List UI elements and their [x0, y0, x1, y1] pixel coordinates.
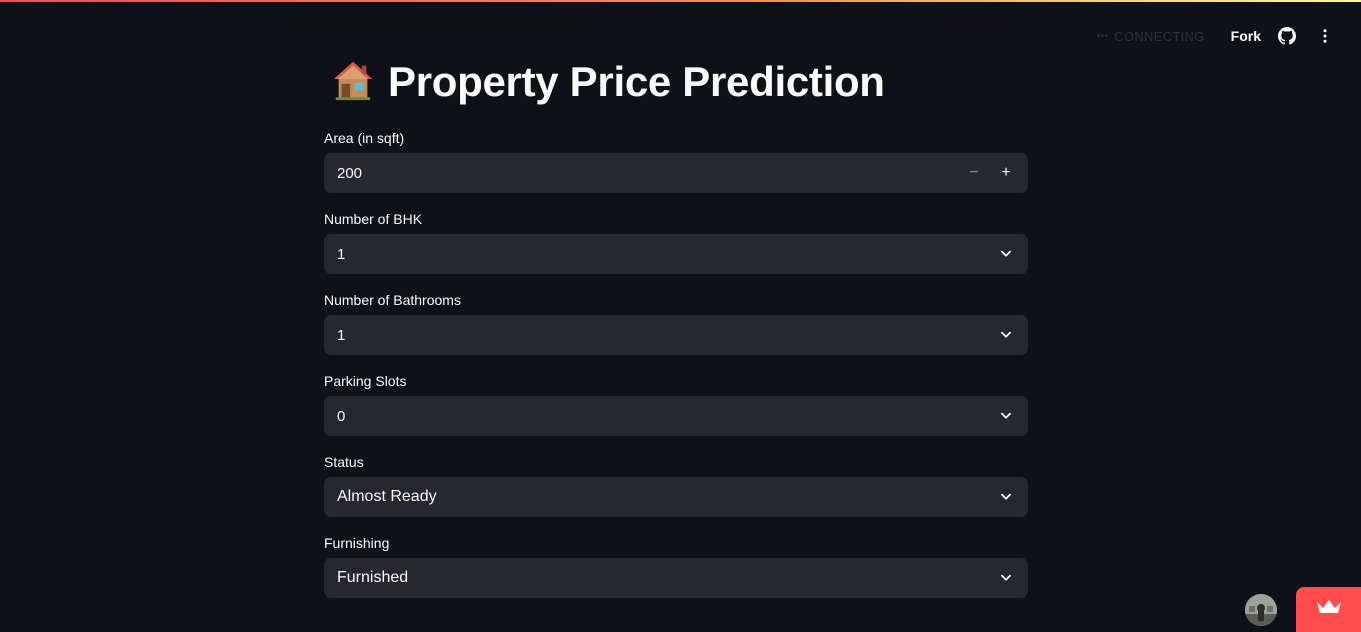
area-value[interactable]: 200 [337, 165, 362, 182]
area-stepper: − + [964, 163, 1016, 183]
status-text: CONNECTING [1114, 28, 1205, 44]
area-field: Area (in sqft) 200 − + [324, 128, 1028, 193]
furnishing-value: Furnished [337, 569, 409, 586]
toolbar: ••• CONNECTING Fork [1097, 24, 1337, 48]
area-label: Area (in sqft) [324, 130, 405, 146]
chevron-down-icon[interactable] [996, 244, 1016, 264]
status-field: Status Almost Ready [324, 452, 1028, 517]
github-icon[interactable] [1275, 24, 1299, 48]
furnishing-select[interactable]: Furnished [324, 558, 1028, 598]
bhk-select[interactable]: 1 [324, 234, 1028, 274]
bathrooms-field: Number of Bathrooms 1 [324, 290, 1028, 355]
crown-icon [1316, 598, 1342, 621]
bhk-value: 1 [337, 245, 346, 263]
area-number-input[interactable]: 200 − + [324, 153, 1028, 193]
top-decoration-bar [0, 0, 1361, 2]
house-icon [330, 57, 376, 108]
bathrooms-value: 1 [337, 326, 346, 344]
page-title: Property Price Prediction [388, 58, 885, 105]
fork-button[interactable]: Fork [1231, 28, 1261, 44]
furnishing-label: Furnishing [324, 535, 390, 551]
chevron-down-icon[interactable] [996, 568, 1016, 588]
parking-select[interactable]: 0 [324, 396, 1028, 436]
main-content: Property Price Prediction Area (in sqft)… [324, 52, 1028, 598]
status-select[interactable]: Almost Ready [324, 477, 1028, 517]
furnishing-field: Furnishing Furnished [324, 533, 1028, 598]
parking-value: 0 [337, 407, 346, 425]
parking-field: Parking Slots 0 [324, 371, 1028, 436]
bhk-field: Number of BHK 1 [324, 209, 1028, 274]
chevron-down-icon[interactable] [996, 487, 1016, 507]
connection-status: ••• CONNECTING [1097, 29, 1205, 44]
streamlit-badge[interactable] [1296, 587, 1361, 632]
user-avatar[interactable] [1245, 594, 1277, 626]
decrement-button[interactable]: − [964, 163, 984, 183]
status-dots-icon: ••• [1096, 30, 1109, 42]
bhk-label: Number of BHK [324, 211, 423, 227]
increment-button[interactable]: + [996, 163, 1016, 183]
chevron-down-icon[interactable] [996, 406, 1016, 426]
bathrooms-select[interactable]: 1 [324, 315, 1028, 355]
status-label: Status [324, 454, 364, 470]
chevron-down-icon[interactable] [996, 325, 1016, 345]
bathrooms-label: Number of Bathrooms [324, 292, 461, 308]
page-title-row: Property Price Prediction [330, 52, 1028, 112]
kebab-menu-icon[interactable] [1313, 24, 1337, 48]
status-value: Almost Ready [337, 488, 437, 505]
parking-label: Parking Slots [324, 373, 407, 389]
